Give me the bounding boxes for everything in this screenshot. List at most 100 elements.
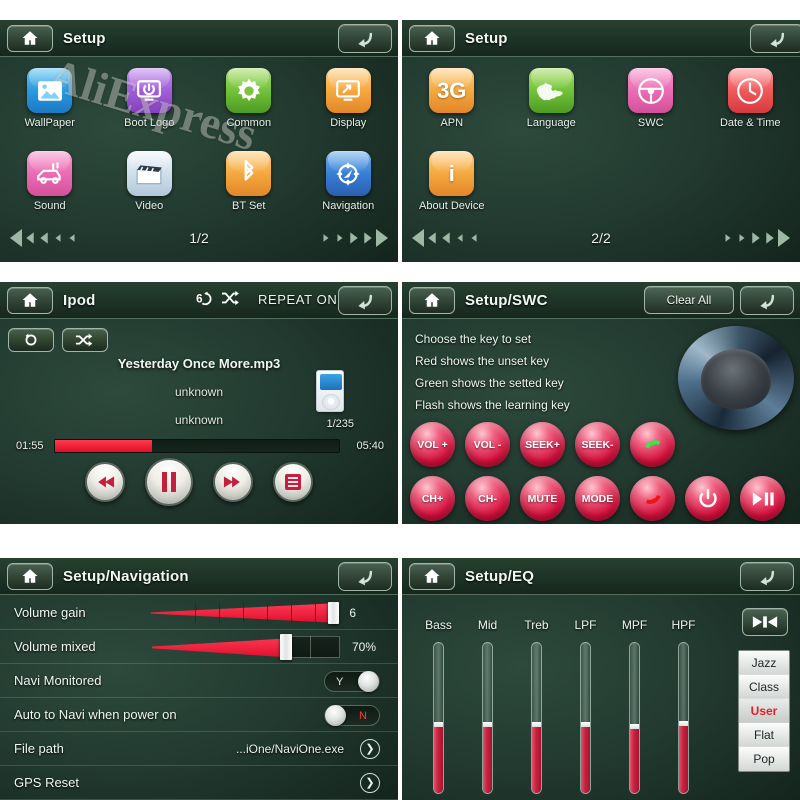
setup-item-language[interactable]: Language: [502, 68, 602, 129]
back-button[interactable]: [750, 24, 800, 53]
swc-key-grid: VOL + VOL - SEEK+ SEEK- CH+ CH- MUTE MOD…: [410, 422, 785, 524]
shuffle-icon[interactable]: [221, 290, 239, 306]
swc-key-mute[interactable]: MUTE: [520, 476, 565, 521]
back-button[interactable]: [338, 562, 392, 591]
setting-row-navi-monitored[interactable]: Navi Monitored Y: [0, 664, 398, 698]
eq-slider-hpf[interactable]: [678, 642, 689, 794]
eq-preset-class[interactable]: Class: [739, 675, 789, 699]
prev-page-button[interactable]: [10, 229, 78, 247]
next-track-button[interactable]: [213, 462, 253, 502]
home-button[interactable]: [7, 562, 53, 590]
setup-item-apn[interactable]: 3G APN: [402, 68, 502, 129]
setting-row-file-path[interactable]: File path ...iOne/NaviOne.exe ❯: [0, 732, 398, 766]
setup-item-display[interactable]: Display: [299, 68, 399, 129]
swc-key-vol-down[interactable]: VOL -: [465, 422, 510, 467]
eq-slider-knob[interactable]: [532, 722, 541, 727]
eq-slider-lpf[interactable]: [580, 642, 591, 794]
arrow-right-icon: [766, 232, 774, 244]
slider-tick: [195, 603, 196, 623]
setup-item-video[interactable]: Video: [100, 151, 200, 212]
eq-band-label: MPF: [621, 618, 648, 632]
next-page-button[interactable]: [722, 229, 790, 247]
back-button[interactable]: [338, 286, 392, 315]
eq-slider-treb[interactable]: [531, 642, 542, 794]
swc-key-ch-up[interactable]: CH+: [410, 476, 455, 521]
next-page-button[interactable]: [320, 229, 388, 247]
eq-preset-user[interactable]: User: [739, 699, 789, 723]
eq-slider-bass[interactable]: [433, 642, 444, 794]
volume-mixed-slider[interactable]: 70%: [152, 634, 376, 660]
balance-center-button[interactable]: [742, 608, 788, 636]
setting-row-volume-gain[interactable]: Volume gain 6: [0, 596, 398, 630]
setup-item-label: Common: [226, 117, 272, 129]
screenshot-root: Setup WallPaper Boot Logo Common Display…: [0, 0, 800, 800]
setup-item-sound[interactable]: Sound: [0, 151, 100, 212]
swc-key-call-end[interactable]: [630, 476, 675, 521]
repeat-button[interactable]: [8, 328, 54, 352]
clear-all-button[interactable]: Clear All: [644, 286, 734, 314]
auto-navi-toggle[interactable]: N: [324, 705, 380, 726]
swc-key-power[interactable]: [685, 476, 730, 521]
eq-slider-knob[interactable]: [630, 723, 639, 729]
slider-knob[interactable]: [280, 634, 292, 660]
eq-slider-knob[interactable]: [483, 722, 492, 727]
setup-item-navigation[interactable]: Navigation: [299, 151, 399, 212]
eq-slider-slot[interactable]: [561, 642, 610, 794]
repeat-one-icon[interactable]: 6: [196, 290, 214, 306]
prev-page-button[interactable]: [412, 229, 480, 247]
eq-slider-slot[interactable]: [610, 642, 659, 794]
setup-item-date-time[interactable]: Date & Time: [701, 68, 800, 129]
setting-row-volume-mixed[interactable]: Volume mixed 70%: [0, 630, 398, 664]
eq-slider-knob[interactable]: [679, 720, 688, 726]
slider-knob[interactable]: [328, 602, 339, 624]
swc-key-call-answer[interactable]: [630, 422, 675, 467]
swc-key-mode[interactable]: MODE: [575, 476, 620, 521]
home-button[interactable]: [409, 24, 455, 52]
navi-monitored-toggle[interactable]: Y: [324, 671, 380, 692]
eq-band-label: Treb: [524, 618, 549, 632]
chevron-right-icon[interactable]: ❯: [360, 772, 380, 793]
pause-button[interactable]: [145, 458, 193, 506]
progress-bar[interactable]: [54, 439, 340, 453]
swc-key-ch-down[interactable]: CH-: [465, 476, 510, 521]
setting-row-gps-reset[interactable]: GPS Reset ❯: [0, 766, 398, 800]
home-button[interactable]: [409, 562, 455, 590]
eq-slider-knob[interactable]: [434, 722, 443, 727]
shuffle-button[interactable]: [62, 328, 108, 352]
setup-item-wallpaper[interactable]: WallPaper: [0, 68, 100, 129]
eq-preset-jazz[interactable]: Jazz: [739, 651, 789, 675]
swc-key-play-pause[interactable]: [740, 476, 785, 521]
eq-preset-flat[interactable]: Flat: [739, 723, 789, 747]
setup-item-about-device[interactable]: i About Device: [402, 151, 502, 212]
swc-key-vol-up[interactable]: VOL +: [410, 422, 455, 467]
playlist-button[interactable]: [273, 462, 313, 502]
eq-slider-slot[interactable]: [414, 642, 463, 794]
volume-gain-slider[interactable]: 6: [151, 602, 356, 624]
home-button[interactable]: [7, 286, 53, 314]
eq-slider-knob[interactable]: [581, 722, 590, 727]
setup-item-bt-set[interactable]: BT Set: [199, 151, 299, 212]
setup-item-common[interactable]: Common: [199, 68, 299, 129]
swc-key-seek-up[interactable]: SEEK+: [520, 422, 565, 467]
eq-slider-mpf[interactable]: [629, 642, 640, 794]
back-button[interactable]: [338, 24, 392, 53]
eq-slider-slot[interactable]: [463, 642, 512, 794]
eq-slider-slot[interactable]: [659, 642, 708, 794]
panel-navigation: Setup/Navigation Volume gain 6 Volume mi…: [0, 558, 398, 800]
home-button[interactable]: [7, 24, 53, 52]
swc-key-seek-down[interactable]: SEEK-: [575, 422, 620, 467]
setup-item-swc[interactable]: SWC: [601, 68, 701, 129]
previous-track-button[interactable]: [85, 462, 125, 502]
sound-icon: [27, 151, 73, 196]
eq-preset-pop[interactable]: Pop: [739, 747, 789, 771]
back-button[interactable]: [740, 562, 794, 591]
back-button[interactable]: [740, 286, 794, 315]
setup-icon-row-2: Sound Video BT Set Navigation: [0, 151, 398, 212]
eq-slider-slot[interactable]: [512, 642, 561, 794]
home-button[interactable]: [409, 286, 455, 314]
setting-row-auto-navi[interactable]: Auto to Navi when power on N: [0, 698, 398, 732]
chevron-right-icon[interactable]: ❯: [360, 738, 380, 759]
setting-label: Volume gain: [14, 605, 86, 620]
setup-item-boot-logo[interactable]: Boot Logo: [100, 68, 200, 129]
eq-slider-mid[interactable]: [482, 642, 493, 794]
